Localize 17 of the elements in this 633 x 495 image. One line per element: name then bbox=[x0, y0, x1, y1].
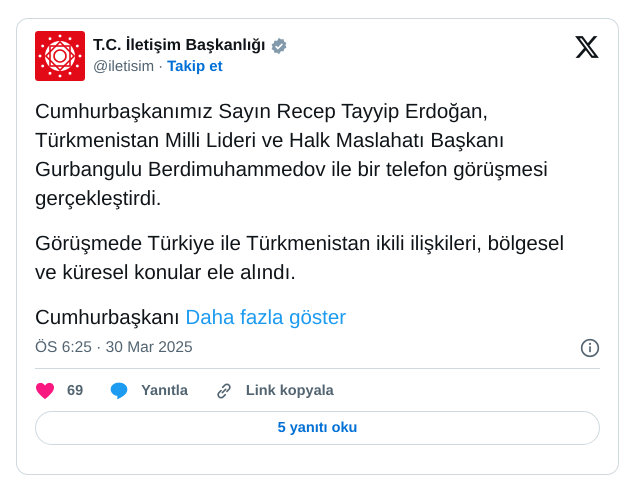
action-label[interactable]: Link kopyala bbox=[246, 383, 334, 399]
logo-icon[interactable] bbox=[35, 31, 85, 81]
read-replies-button[interactable]: 5 yanıtı oku bbox=[35, 411, 600, 445]
tweet-paragraph: Cumhurbaşkanı Daha fazla göster bbox=[35, 305, 348, 331]
tweet-paragraph: Cumhurbaşkanımız Sayın Recep Tayyip Erdoğan, Türkmenistan Milli Lideri ve Halk Maslahatı Başkanı Gurbangulu Berdimuhammedov ile bir telefon görüşmesi gerçekleştirdi. bbox=[35, 99, 549, 212]
account-name[interactable]: T.C. İletişim Başkanlığı bbox=[93, 37, 266, 55]
heart-icon[interactable] bbox=[35, 382, 55, 400]
info-icon[interactable] bbox=[580, 338, 600, 358]
x-logo-icon[interactable] bbox=[574, 35, 600, 59]
account-handle[interactable]: @iletisim bbox=[93, 58, 154, 75]
follow-link[interactable]: Takip et bbox=[167, 58, 223, 75]
speech-bubble-icon[interactable] bbox=[109, 381, 130, 401]
action-label[interactable]: Yanıtla bbox=[141, 383, 188, 399]
timestamp[interactable]: ÖS 6:25 · 30 Mar 2025 bbox=[35, 339, 193, 357]
tweet-paragraph: Görüşmede Türkiye ile Türkmenistan ikili ilişkileri, bölgesel ve küresel konular ele alındı. bbox=[35, 231, 566, 286]
action-label[interactable]: 69 bbox=[67, 383, 84, 399]
separator-dot: · bbox=[158, 58, 164, 75]
